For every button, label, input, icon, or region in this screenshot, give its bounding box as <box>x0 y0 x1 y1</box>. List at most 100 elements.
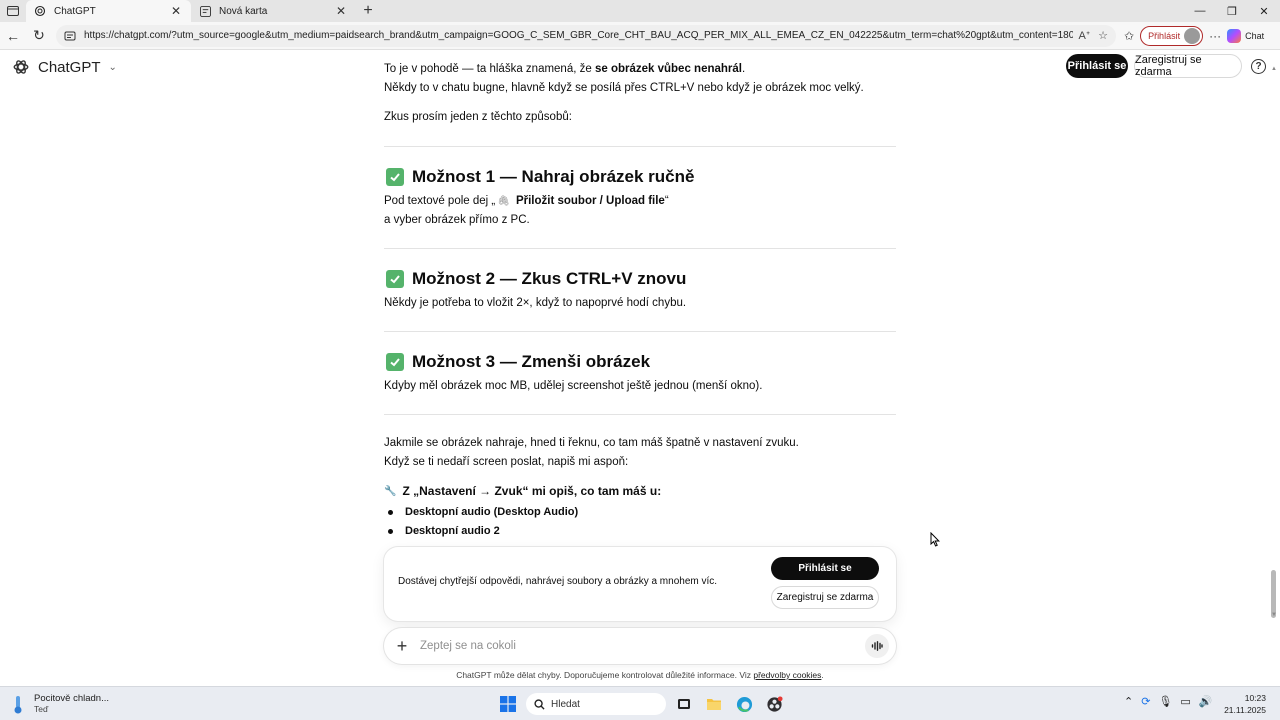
maximize-icon[interactable]: ❐ <box>1216 0 1248 22</box>
option-3-line-1: Kdyby měl obrázek moc MB, udělej screens… <box>384 380 763 392</box>
promo-text: Dostávej chytřejší odpovědi, nahrávej so… <box>398 576 718 587</box>
taskbar-clock[interactable]: 10:23 21.11.2025 <box>1224 692 1266 716</box>
divider <box>384 331 896 332</box>
header-login-button[interactable]: Přihlásit se <box>1066 54 1128 78</box>
intro-line-2: Někdy to v chatu bugne, hlavně když se p… <box>384 82 864 94</box>
divider <box>384 414 896 415</box>
chat-label: Chat <box>1245 30 1265 41</box>
search-icon <box>534 698 545 710</box>
window-controls: — ❐ ✕ <box>1184 0 1280 22</box>
taskbar-apps: Hledat <box>496 692 786 716</box>
option-2-heading: Možnost 2 — Zkus CTRL+V znovu <box>384 269 686 288</box>
microphone-icon[interactable]: 🎙 <box>1158 695 1172 708</box>
taskbar-search[interactable]: Hledat <box>526 693 666 715</box>
option-2-title: Možnost 2 — Zkus CTRL+V znovu <box>412 269 687 288</box>
weather-widget[interactable]: Pocitově chladn... Teď <box>10 693 109 715</box>
browser-tab-bar: ChatGPT ✕ Nová karta ✕ + — ❐ ✕ <box>0 0 1280 22</box>
file-explorer-icon[interactable] <box>702 692 726 716</box>
list-item-text: Desktopní audio 2 <box>405 525 500 537</box>
copilot-chat-button[interactable]: Chat <box>1227 28 1265 43</box>
header-register-button[interactable]: Zaregistruj se zdarma <box>1134 54 1242 78</box>
cookie-preferences-link[interactable]: předvolby cookies <box>753 670 821 680</box>
scrollbar-thumb[interactable] <box>1271 570 1276 618</box>
disclaimer-end: . <box>821 670 824 680</box>
scroll-up-icon[interactable]: ▲ <box>1271 66 1277 72</box>
obs-studio-icon[interactable] <box>762 692 786 716</box>
profile-label: Přihlásit <box>1148 30 1181 41</box>
list-item: Desktopní audio (Desktop Audio) <box>388 503 578 522</box>
wrench-icon: 🔧 <box>384 486 397 497</box>
option-1-end: “ <box>664 195 669 207</box>
option-1-bold: Přiložit soubor / Upload file <box>515 195 665 207</box>
profile-button[interactable]: Přihlásit <box>1140 25 1204 46</box>
promo-register-button[interactable]: Zaregistruj se zdarma <box>771 586 879 609</box>
openai-logo-icon <box>13 60 29 74</box>
bullet-dot <box>388 529 393 534</box>
favorite-star-icon[interactable]: ☆ <box>1098 29 1108 42</box>
site-info-icon[interactable] <box>64 30 78 42</box>
list-item: Desktopní audio 2 <box>388 522 500 541</box>
model-selector[interactable]: ChatGPT ⌄ <box>12 58 117 76</box>
edge-browser-icon[interactable] <box>732 692 756 716</box>
check-mark-icon <box>386 167 404 186</box>
close-icon[interactable]: ✕ <box>169 4 183 18</box>
disclaimer-text: ChatGPT může dělat chyby. Doporučujeme k… <box>456 670 754 680</box>
paperclip-icon: 🖇 <box>497 196 510 207</box>
signup-promo-card: Dostávej chytřejší odpovědi, nahrávej so… <box>384 547 896 621</box>
list-item-text: Desktopní audio (Desktop Audio) <box>405 506 579 518</box>
new-tab-button[interactable]: + <box>356 0 380 22</box>
favorites-icon[interactable]: ✩ <box>1124 29 1134 43</box>
task-view-icon[interactable] <box>672 692 696 716</box>
settings-heading: 🔧 Z „Nastavení → Zvuk“ mi opiš, co tam m… <box>384 482 661 501</box>
chevron-up-icon[interactable]: ⌃ <box>1124 695 1133 708</box>
new-tab-favicon-icon <box>199 5 211 17</box>
option-1-title: Možnost 1 — Nahraj obrázek ručně <box>412 167 695 186</box>
intro-bold: se obrázek vůbec nenahrál <box>594 63 742 75</box>
minimize-icon[interactable]: — <box>1184 0 1216 22</box>
windows-start-icon[interactable] <box>496 692 520 716</box>
option-1-line-1: Pod textové pole dej „ 🖇 Přiložit soubor /… <box>384 192 669 211</box>
option-1-line-2: a vyber obrázek přímo z PC. <box>384 214 530 226</box>
voice-mode-icon[interactable] <box>865 634 889 658</box>
tab-actions-icon[interactable] <box>0 0 26 22</box>
chatgpt-favicon-icon <box>34 5 46 17</box>
browser-toolbar: ← ↻ https://chatgpt.com/?utm_source=goog… <box>0 22 1280 50</box>
clock-time: 10:23 <box>1244 693 1266 703</box>
settings-heading-text: Z „Nastavení → Zvuk“ mi opiš, co tam máš… <box>402 484 662 498</box>
read-aloud-icon[interactable]: Aᐩ <box>1079 29 1091 42</box>
scroll-down-icon[interactable]: ▼ <box>1271 612 1277 618</box>
more-icon[interactable]: ··· <box>1209 29 1221 43</box>
intro-line-1: To je v pohodě — ta hláška znamená, že s… <box>384 60 745 79</box>
divider <box>384 248 896 249</box>
weather-title: Pocitově chladn... <box>34 693 109 704</box>
outro-line-2: Když se ti nedaří screen poslat, napiš m… <box>384 456 629 468</box>
back-icon[interactable]: ← <box>0 22 26 50</box>
tab-chatgpt[interactable]: ChatGPT ✕ <box>26 0 191 22</box>
address-bar[interactable]: https://chatgpt.com/?utm_source=google&u… <box>56 24 1116 47</box>
attach-plus-icon[interactable]: + <box>384 636 420 657</box>
display-icon[interactable]: ▭ <box>1180 695 1190 708</box>
refresh-icon[interactable]: ↻ <box>26 22 52 50</box>
help-icon[interactable]: ? <box>1251 59 1266 74</box>
tab-title: Nová karta <box>219 5 268 17</box>
avatar <box>1184 27 1201 44</box>
chat-composer[interactable]: + Zeptej se na cokoli <box>384 628 896 664</box>
check-mark-icon <box>386 269 404 288</box>
url-text: https://chatgpt.com/?utm_source=google&u… <box>84 30 1073 41</box>
option-3-title: Možnost 3 — Zmenši obrázek <box>412 352 651 371</box>
promo-login-button[interactable]: Přihlásit se <box>771 557 879 580</box>
sync-icon[interactable]: ⟳ <box>1141 695 1150 708</box>
thermometer-icon <box>14 696 22 714</box>
close-window-icon[interactable]: ✕ <box>1248 0 1280 22</box>
volume-icon[interactable]: 🔊 <box>1199 695 1213 708</box>
check-mark-icon <box>386 352 404 371</box>
tab-title: ChatGPT <box>54 5 96 17</box>
option-1-text: Pod textové pole dej „ <box>384 195 496 207</box>
option-1-heading: Možnost 1 — Nahraj obrázek ručně <box>384 167 694 186</box>
composer-placeholder[interactable]: Zeptej se na cokoli <box>420 640 865 652</box>
bullet-dot <box>388 510 393 515</box>
divider <box>384 146 896 147</box>
close-icon[interactable]: ✕ <box>334 4 348 18</box>
tab-new-tab[interactable]: Nová karta ✕ <box>191 0 356 22</box>
search-label: Hledat <box>551 698 580 710</box>
